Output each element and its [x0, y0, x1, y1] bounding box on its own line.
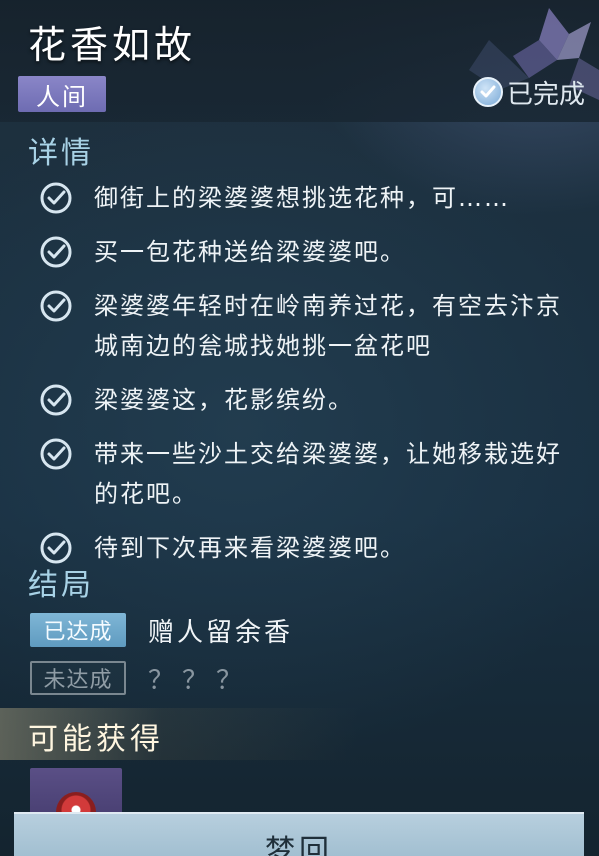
ending-name-hidden: ？？？: [148, 665, 251, 696]
detail-text: 梁婆婆年轻时在岭南养过花，有空去汴京城南边的瓮城找她挑一盆花吧: [94, 292, 562, 360]
detail-item: 带来一些沙土交给梁婆婆，让她移栽选好的花吧。: [38, 434, 588, 514]
ending-row-achieved[interactable]: 已达成 赠人留余香: [30, 612, 293, 648]
quest-title: 花香如故: [28, 23, 197, 67]
check-circle-icon: [40, 182, 72, 214]
detail-item: 御街上的梁婆婆想挑选花种，可……: [38, 178, 588, 218]
check-circle-icon: [40, 438, 72, 470]
detail-item: 买一包花种送给梁婆婆吧。: [38, 232, 588, 272]
dream-return-button[interactable]: 梦回: [14, 812, 584, 856]
detail-item: 待到下次再来看梁婆婆吧。: [38, 528, 588, 568]
status-label: 已完成: [506, 79, 585, 110]
ending-name: 赠人留余香: [148, 617, 294, 648]
unachieved-badge: 未达成: [30, 661, 126, 695]
rewards-heading: 可能获得: [28, 722, 164, 757]
check-circle-icon: [40, 236, 72, 268]
status-completed: 已完成: [472, 74, 585, 110]
check-circle-icon: [472, 77, 503, 107]
realm-tag: 人间: [18, 76, 106, 112]
details-heading: 详情: [28, 136, 94, 171]
detail-item: 梁婆婆年轻时在岭南养过花，有空去汴京城南边的瓮城找她挑一盆花吧: [38, 286, 588, 366]
detail-text: 梁婆婆这，花影缤纷。: [94, 386, 354, 414]
detail-item: 梁婆婆这，花影缤纷。: [38, 380, 588, 420]
quest-detail-panel: 花香如故 人间 已完成 详情 御街上的梁婆婆想挑选花种，可…… 买一包花种送给梁…: [0, 0, 599, 856]
ending-row-unachieved[interactable]: 未达成 ？？？: [30, 660, 250, 696]
details-list: 御街上的梁婆婆想挑选花种，可…… 买一包花种送给梁婆婆吧。 梁婆婆年轻时在岭南养…: [38, 178, 588, 582]
check-circle-icon: [40, 290, 72, 322]
detail-text: 御街上的梁婆婆想挑选花种，可……: [94, 184, 510, 212]
check-circle-icon: [40, 384, 72, 416]
detail-text: 买一包花种送给梁婆婆吧。: [94, 238, 406, 266]
achieved-badge: 已达成: [30, 613, 126, 647]
ending-heading: 结局: [28, 568, 94, 603]
detail-text: 带来一些沙土交给梁婆婆，让她移栽选好的花吧。: [94, 440, 562, 508]
detail-text: 待到下次再来看梁婆婆吧。: [94, 534, 406, 562]
